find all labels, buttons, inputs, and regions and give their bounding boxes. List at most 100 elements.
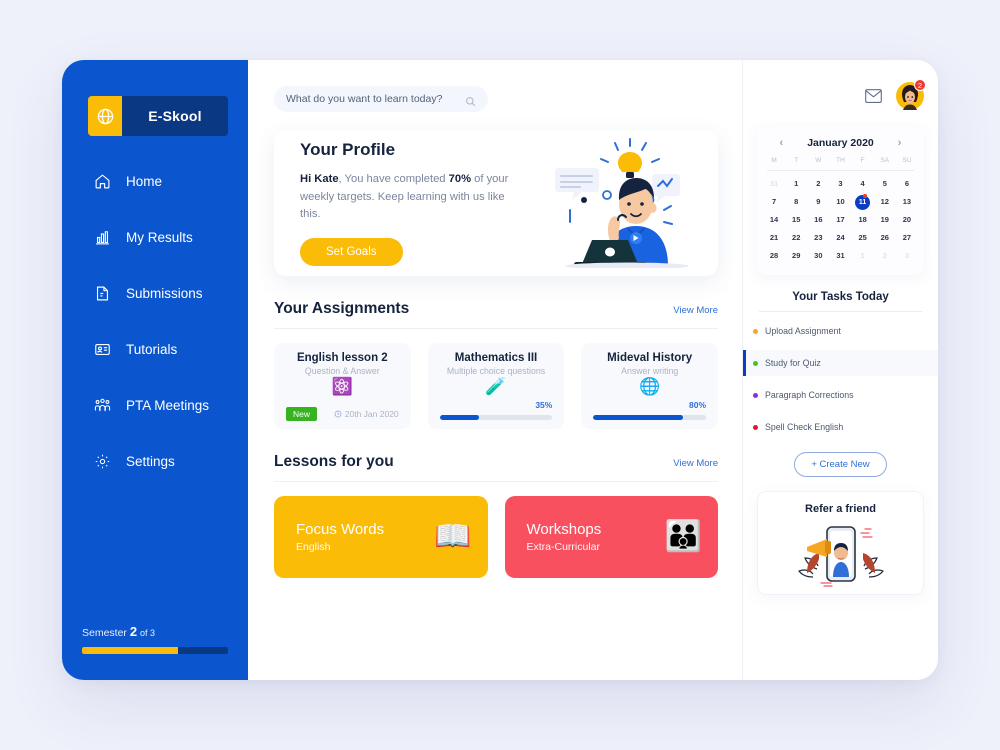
open-book-icon: 📖: [434, 520, 472, 553]
calendar-day[interactable]: 1: [785, 175, 807, 193]
lessons-list: Focus Words English 📖 Workshops Extra-Cu…: [274, 496, 718, 578]
brand-name-plate: E-Skool: [122, 96, 228, 136]
profile-text-mid: , You have completed: [338, 173, 449, 186]
assignment-card[interactable]: Mideval History Answer writing 🌐 80%: [581, 343, 719, 429]
gear-icon: [92, 451, 112, 471]
task-status-dot: [753, 392, 758, 398]
assignment-progress-track: [439, 415, 553, 420]
calendar-weekday: SU: [902, 157, 912, 164]
chevron-left-icon[interactable]: ‹: [780, 137, 784, 149]
right-panel: 2 ‹ January 2020 › M T W TH F SA SU 31 1 2 3 4 5 6 7 8…: [742, 60, 938, 680]
sidebar-item-home[interactable]: Home: [62, 166, 248, 196]
calendar-weekday-row: M T W TH F SA SU: [763, 157, 918, 170]
tasks-title: Your Tasks Today: [792, 291, 889, 303]
sidebar-item-submissions[interactable]: Submissions: [62, 278, 248, 308]
id-card-icon: [92, 339, 112, 359]
brand-name: E-Skool: [148, 108, 202, 124]
calendar-day[interactable]: 9: [807, 193, 829, 211]
calendar-day-selected[interactable]: 11: [852, 193, 874, 211]
sidebar-item-label: My Results: [126, 229, 193, 245]
lessons-title: Lessons for you: [274, 453, 394, 470]
calendar-day[interactable]: 31: [763, 175, 785, 193]
profile-text-block: Your Profile Hi Kate, You have completed…: [300, 140, 522, 266]
calendar-day[interactable]: 28: [763, 247, 785, 265]
semester-suffix: of 3: [140, 628, 156, 638]
task-list-item[interactable]: Upload Assignment: [743, 318, 938, 344]
calendar-day[interactable]: 2: [807, 175, 829, 193]
calendar-day[interactable]: 16: [807, 211, 829, 229]
refer-illustration: [795, 517, 887, 594]
calendar-day[interactable]: 5: [874, 175, 896, 193]
calendar-day[interactable]: 19: [874, 211, 896, 229]
sidebar-item-pta-meetings[interactable]: PTA Meetings: [62, 390, 248, 420]
calendar-month-label: January 2020: [807, 137, 874, 149]
calendar-day[interactable]: 27: [896, 229, 918, 247]
profile-greeting: Hi Kate: [300, 173, 339, 186]
calendar-day[interactable]: 13: [896, 193, 918, 211]
search-input[interactable]: [286, 93, 465, 105]
calendar-day[interactable]: 7: [763, 193, 785, 211]
calendar-day[interactable]: 12: [874, 193, 896, 211]
lesson-subtitle: English: [296, 541, 331, 553]
task-list-item[interactable]: Paragraph Corrections: [743, 382, 938, 408]
app-window: E-Skool Home My Results Submissions Tuto…: [62, 60, 938, 680]
calendar-divider: [767, 170, 914, 171]
assignment-subtitle: Multiple choice questions: [446, 366, 546, 376]
sidebar-item-tutorials[interactable]: Tutorials: [62, 334, 248, 364]
calendar-day[interactable]: 14: [763, 211, 785, 229]
chevron-right-icon[interactable]: ›: [898, 137, 902, 149]
avatar[interactable]: 2: [896, 79, 926, 110]
assignments-view-more-link[interactable]: View More: [673, 305, 718, 316]
lesson-text-block: Workshops Extra-Curricular: [527, 521, 602, 553]
calendar-day[interactable]: 18: [852, 211, 874, 229]
sidebar-item-my-results[interactable]: My Results: [62, 222, 248, 252]
task-status-dot: [753, 360, 758, 366]
assignment-footer: New 20th Jan 2020: [286, 407, 399, 421]
search-icon[interactable]: [465, 94, 476, 106]
calendar-day[interactable]: 17: [829, 211, 851, 229]
calendar-day[interactable]: 30: [807, 247, 829, 265]
calendar-day[interactable]: 21: [763, 229, 785, 247]
assignment-subtitle: Question & Answer: [304, 366, 380, 376]
assignment-card[interactable]: English lesson 2 Question & Answer ⚛️ Ne…: [274, 343, 411, 429]
calendar-day[interactable]: 1: [852, 247, 874, 265]
calendar-day[interactable]: 10: [829, 193, 851, 211]
calendar-day[interactable]: 25: [852, 229, 874, 247]
set-goals-button[interactable]: Set Goals: [300, 237, 403, 266]
calendar-day[interactable]: 31: [829, 247, 851, 265]
calendar-day[interactable]: 6: [896, 175, 918, 193]
calendar-day[interactable]: 15: [785, 211, 807, 229]
calendar-day[interactable]: 2: [874, 247, 896, 265]
calendar-day[interactable]: 29: [785, 247, 807, 265]
refer-a-friend-card[interactable]: Refer a friend: [757, 491, 924, 595]
brand-logo[interactable]: E-Skool: [88, 96, 228, 136]
task-list-item[interactable]: Study for Quiz: [743, 350, 938, 376]
calendar-day[interactable]: 3: [896, 247, 918, 265]
calendar-day[interactable]: 24: [829, 229, 851, 247]
calendar-day[interactable]: 22: [785, 229, 807, 247]
calendar-day[interactable]: 3: [829, 175, 851, 193]
calendar-weekday: TH: [836, 157, 845, 164]
calendar-day[interactable]: 4: [852, 175, 874, 193]
sidebar-nav: Home My Results Submissions Tutorials PT…: [62, 166, 248, 476]
lesson-card-focus-words[interactable]: Focus Words English 📖: [274, 496, 488, 578]
assignment-subtitle: Answer writing: [621, 366, 679, 376]
lesson-card-workshops[interactable]: Workshops Extra-Curricular 👪: [504, 496, 718, 578]
lessons-view-more-link[interactable]: View More: [673, 458, 718, 469]
task-list: Upload Assignment Study for Quiz Paragraph…: [743, 318, 938, 440]
sidebar: E-Skool Home My Results Submissions Tuto…: [62, 60, 248, 680]
sidebar-item-settings[interactable]: Settings: [62, 446, 248, 476]
search-bar[interactable]: [274, 86, 488, 112]
assignment-card[interactable]: Mathematics III Multiple choice question…: [427, 343, 565, 429]
task-list-item[interactable]: Spell Check English: [743, 414, 938, 440]
calendar-day[interactable]: 26: [874, 229, 896, 247]
flask-icon: 🧪: [485, 377, 507, 396]
calendar-day[interactable]: 8: [785, 193, 807, 211]
mail-icon[interactable]: [865, 89, 882, 104]
create-new-task-button[interactable]: + Create New: [794, 452, 887, 477]
lessons-divider: [274, 481, 718, 482]
calendar-day[interactable]: 20: [896, 211, 918, 229]
assignment-due-date: 20th Jan 2020: [344, 409, 399, 419]
calendar-day[interactable]: 23: [807, 229, 829, 247]
sidebar-item-label: PTA Meetings: [126, 397, 210, 413]
